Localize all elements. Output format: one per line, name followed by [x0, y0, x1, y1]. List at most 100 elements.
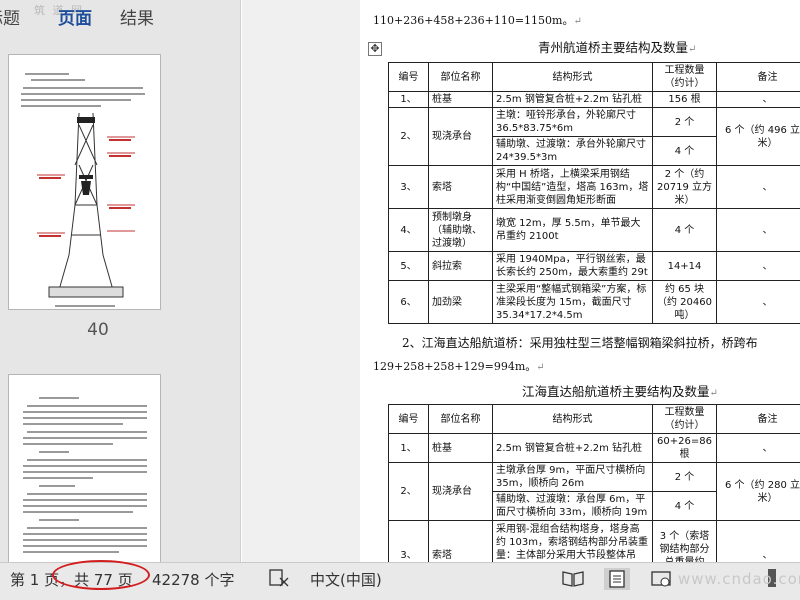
- span-formula-line-2: 129+258+258+129=994m。↵: [373, 360, 545, 373]
- header-cell: 结构形式: [492, 404, 653, 434]
- page-thumbnail[interactable]: [8, 374, 161, 562]
- tower-drawing-thumbnail: [21, 73, 145, 307]
- table-row: 3、 索塔 采用 H 桥塔，上横梁采用钢结构“中国结”造型，塔高 163m，塔柱…: [388, 165, 800, 209]
- cell: 4 个: [652, 208, 717, 252]
- header-cell: 工程数量（约计）: [652, 62, 717, 92]
- cell: 主墩：哑铃形承台，外轮廓尺寸 36.5*83.75*6m: [492, 107, 653, 137]
- tab-pages[interactable]: 页面: [58, 4, 92, 29]
- table2-title: 江海直达船航道桥主要结构及数量↵: [522, 384, 718, 399]
- cell: 墩宽 12m，厚 5.5m，单节最大吊重约 2100t: [492, 208, 653, 252]
- table-move-handle-icon[interactable]: ✥: [368, 42, 382, 56]
- cell: 预制墩身（辅助墩、过渡墩）: [428, 208, 493, 252]
- cell: 采用钢-混组合结构塔身，塔身高约 103m，索塔钢结构部分吊装重量：主体部分采用…: [492, 520, 653, 562]
- cell: 2.5m 钢管复合桩+2.2m 钻孔桩: [492, 91, 653, 108]
- header-cell: 结构形式: [492, 62, 653, 92]
- cell: 3、: [388, 520, 429, 562]
- table-row: 2、 现浇承台 主墩：哑铃形承台，外轮廓尺寸 36.5*83.75*6m 2 个…: [388, 107, 800, 166]
- word-window: 筑 道 网 标题 页面 结果: [0, 0, 800, 600]
- document-page: 110+236+458+236+110=1150m。↵ 青州航道桥主要结构及数量…: [360, 0, 800, 562]
- print-layout-icon[interactable]: [604, 568, 630, 590]
- cell: 4、: [388, 208, 429, 252]
- structure-table-2: 编号 部位名称 结构形式 工程数量（约计） 备注 1、 桩基 2.5m 钢管复合…: [388, 404, 800, 562]
- cell: 6、: [388, 280, 429, 324]
- page-thumbnail[interactable]: [8, 54, 161, 310]
- cell: 现浇承台: [428, 107, 493, 166]
- document-area: 110+236+458+236+110=1150m。↵ 青州航道桥主要结构及数量…: [242, 0, 800, 562]
- cell: 156 根: [652, 91, 717, 108]
- cell: 3 个（索塔钢结构部分总重量约 6500 吨）: [652, 520, 717, 562]
- cell: 4 个: [652, 491, 717, 521]
- cell: 、: [716, 251, 800, 281]
- cell: 索塔: [428, 165, 493, 209]
- cell: 1、: [388, 433, 429, 463]
- header-cell: 备注: [716, 404, 800, 434]
- cell: 、: [716, 208, 800, 252]
- cell: 辅助墩、过渡墩：承台厚 6m，平面尺寸横桥向 33m，顺桥向 19m: [492, 491, 653, 521]
- table-header-row: 编号 部位名称 结构形式 工程数量（约计） 备注: [388, 62, 800, 92]
- header-cell: 部位名称: [428, 62, 493, 92]
- body-paragraph: 2、江海直达船航道桥：采用独柱型三塔整幅钢箱梁斜拉桥，桥跨布: [402, 336, 758, 350]
- header-cell: 部位名称: [428, 404, 493, 434]
- header-cell: 备注: [716, 62, 800, 92]
- table-header-row: 编号 部位名称 结构形式 工程数量（约计） 备注: [388, 404, 800, 434]
- header-cell: 编号: [388, 404, 429, 434]
- watermark-text: www.cndao.com: [678, 570, 800, 588]
- cell: 、: [716, 433, 800, 463]
- table-row: 4、 预制墩身（辅助墩、过渡墩） 墩宽 12m，厚 5.5m，单节最大吊重约 2…: [388, 208, 800, 252]
- cell: 2、: [388, 462, 429, 521]
- read-mode-icon[interactable]: [560, 568, 586, 590]
- cell: 4 个: [652, 136, 717, 166]
- cell: 14+14: [652, 251, 717, 281]
- cell: 采用 H 桥塔，上横梁采用钢结构“中国结”造型，塔高 163m，塔柱采用渐变倒圆…: [492, 165, 653, 209]
- cell: 现浇承台: [428, 462, 493, 521]
- thumbnail-page-number: 40: [87, 320, 109, 340]
- cell: 2、: [388, 107, 429, 166]
- tab-headings[interactable]: 标题: [0, 4, 20, 29]
- cell: 主墩承台厚 9m，平面尺寸横桥向 35m，顺桥向 26m: [492, 462, 653, 492]
- structure-table-1: 编号 部位名称 结构形式 工程数量（约计） 备注 1、 桩基 2.5m 钢管复合…: [388, 62, 800, 324]
- cell: 加劲梁: [428, 280, 493, 324]
- cell: 索塔: [428, 520, 493, 562]
- cell: 主梁采用“整幅式钢箱梁”方案，标准梁段长度为 15m，截面尺寸 35.34*17…: [492, 280, 653, 324]
- cell: 2.5m 钢管复合桩+2.2m 钻孔桩: [492, 433, 653, 463]
- cell: 、: [716, 165, 800, 209]
- cell: 桩基: [428, 91, 493, 108]
- cell: 约 65 块（约 20460 吨）: [652, 280, 717, 324]
- cell: 、: [716, 280, 800, 324]
- table-row: 5、 斜拉索 采用 1940Mpa，平行钢丝索，最长索长约 250m，最大索重约…: [388, 251, 800, 281]
- cell: 桩基: [428, 433, 493, 463]
- cell: 3、: [388, 165, 429, 209]
- text-page-thumbnail: [23, 397, 147, 553]
- cell: 5、: [388, 251, 429, 281]
- table1-title: 青州航道桥主要结构及数量↵: [538, 40, 697, 55]
- cell: 辅助墩、过渡墩：承台外轮廓尺寸 24*39.5*3m: [492, 136, 653, 166]
- table-row: 2、 现浇承台 主墩承台厚 9m，平面尺寸横桥向 35m，顺桥向 26m 2 个…: [388, 462, 800, 521]
- header-cell: 编号: [388, 62, 429, 92]
- cell: 采用 1940Mpa，平行钢丝索，最长索长约 250m，最大索重约 29t: [492, 251, 653, 281]
- nav-scrollbar[interactable]: [226, 34, 236, 562]
- cell: 、: [716, 520, 800, 562]
- cell: 2 个（约 20719 立方米）: [652, 165, 717, 209]
- table-row: 1、 桩基 2.5m 钢管复合桩+2.2m 钻孔桩 156 根 、: [388, 91, 800, 108]
- proofing-icon[interactable]: [268, 568, 290, 588]
- header-cell: 工程数量（约计）: [652, 404, 717, 434]
- cell: 、: [716, 91, 800, 108]
- cell: 60+26=86 根: [652, 433, 717, 463]
- nav-tab-bar: 标题 页面 结果: [0, 0, 240, 34]
- tab-results[interactable]: 结果: [120, 4, 154, 29]
- table-row: 3、 索塔 采用钢-混组合结构塔身，塔身高约 103m，索塔钢结构部分吊装重量：…: [388, 520, 800, 562]
- cell: 2 个: [652, 462, 717, 492]
- cell: 6 个（约 280 立方米）: [716, 462, 800, 521]
- word-count[interactable]: 42278 个字: [152, 569, 235, 590]
- cell: 2 个: [652, 107, 717, 137]
- cell: 1、: [388, 91, 429, 108]
- language-indicator[interactable]: 中文(中国): [310, 569, 382, 590]
- highlight-oval: [52, 560, 150, 590]
- table-row: 1、 桩基 2.5m 钢管复合桩+2.2m 钻孔桩 60+26=86 根 、: [388, 433, 800, 463]
- cell: 6 个（约 496 立方米）: [716, 107, 800, 166]
- table-row: 6、 加劲梁 主梁采用“整幅式钢箱梁”方案，标准梁段长度为 15m，截面尺寸 3…: [388, 280, 800, 324]
- web-layout-icon[interactable]: [648, 568, 674, 590]
- span-formula-line: 110+236+458+236+110=1150m。↵: [373, 14, 582, 27]
- cell: 斜拉索: [428, 251, 493, 281]
- navigation-pane: 筑 道 网 标题 页面 结果: [0, 0, 241, 562]
